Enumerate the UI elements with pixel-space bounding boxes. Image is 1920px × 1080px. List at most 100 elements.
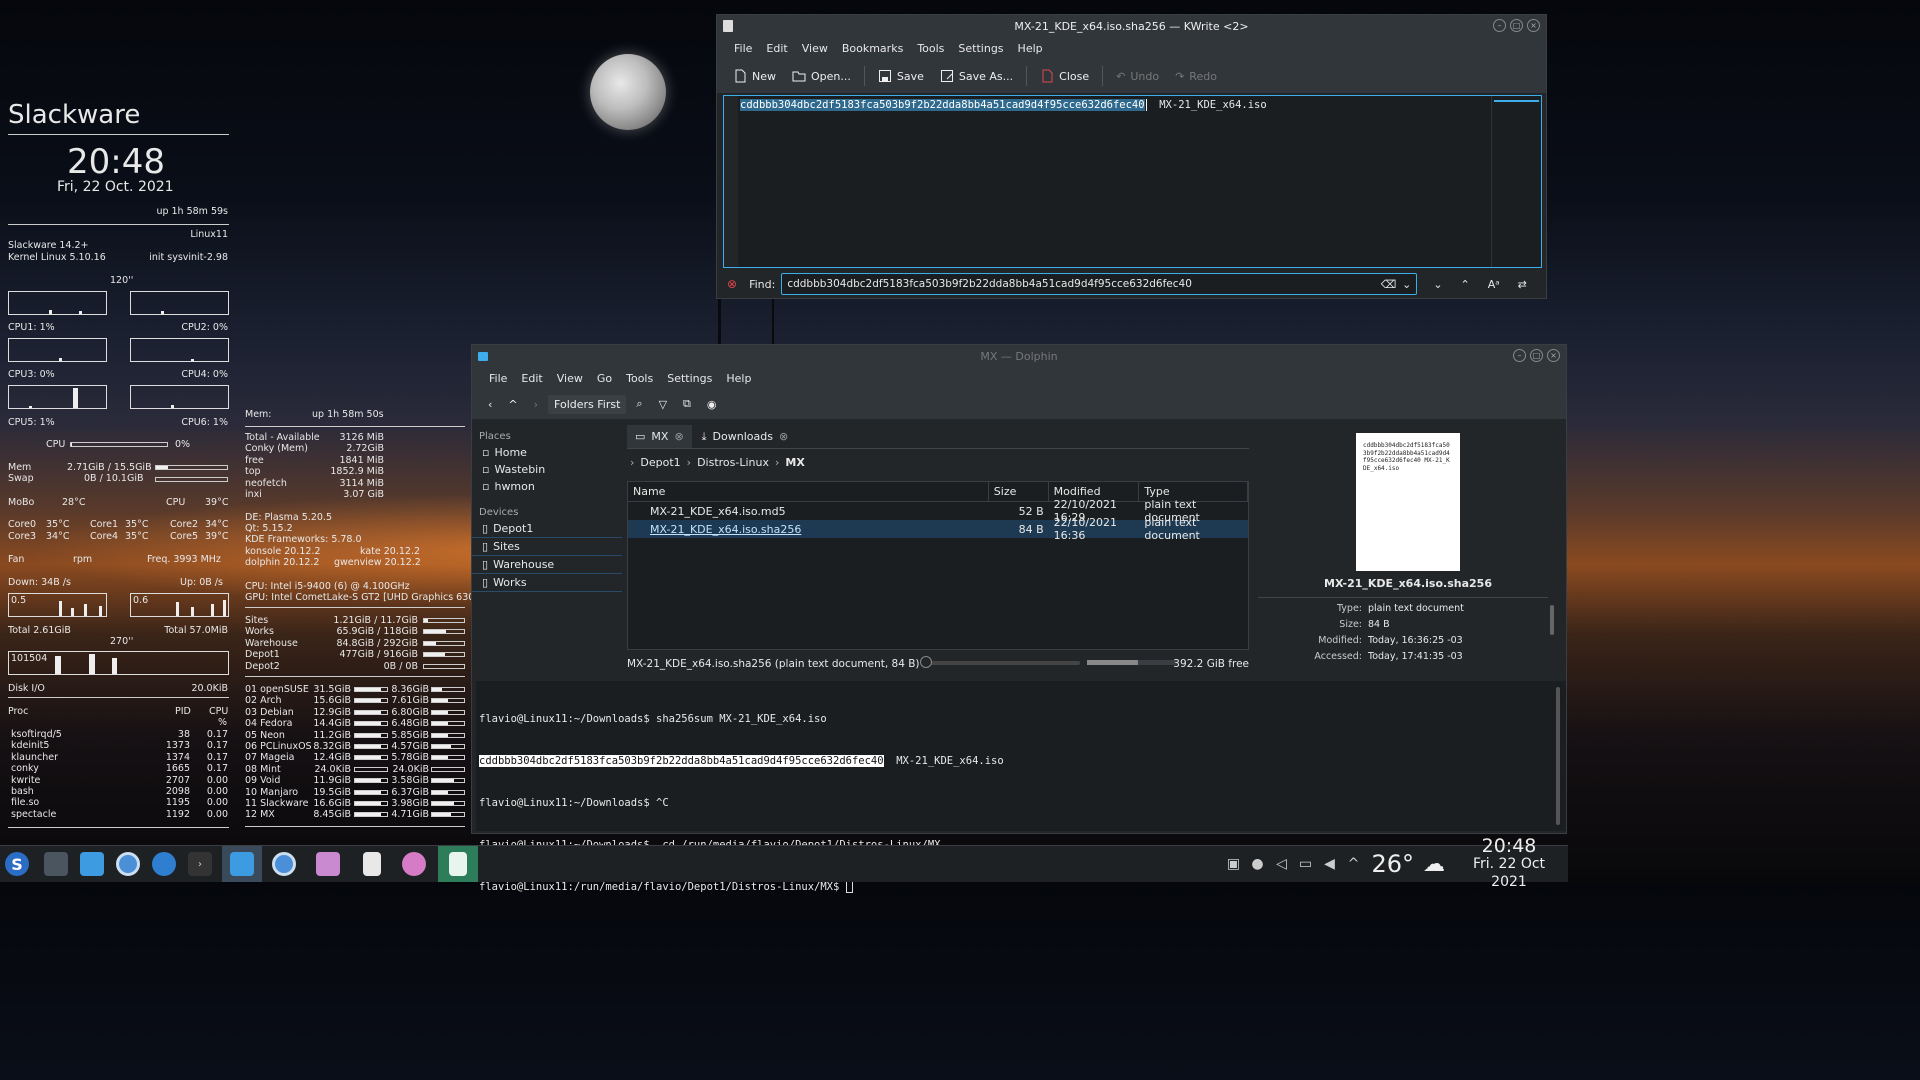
dolphin-titlebar[interactable]: MX — Dolphin – □ × — [472, 345, 1566, 367]
maximize-button[interactable]: □ — [1530, 349, 1543, 362]
terminal-scrollbar[interactable] — [1556, 687, 1560, 825]
place-item[interactable]: ▫ hwmon — [472, 478, 622, 495]
breadcrumb-item[interactable]: MX — [785, 456, 804, 469]
browser-icon[interactable] — [110, 846, 146, 882]
text-editor-icon[interactable] — [354, 846, 390, 882]
replace-toggle-icon[interactable]: ⇄ — [1518, 278, 1527, 291]
minimap[interactable] — [1491, 96, 1541, 267]
weather-temp[interactable]: 26° — [1371, 850, 1414, 878]
info-scrollbar[interactable] — [1550, 605, 1554, 635]
breadcrumb-item[interactable]: Depot1 — [640, 456, 680, 469]
menu-file[interactable]: File — [727, 42, 759, 55]
web-icon[interactable] — [146, 846, 182, 882]
column-header[interactable]: Size — [989, 482, 1049, 501]
search-icon[interactable]: ⌕ — [630, 394, 648, 414]
menu-settings[interactable]: Settings — [951, 42, 1010, 55]
undo-button[interactable]: ↶ Undo — [1110, 67, 1165, 86]
forward-icon[interactable]: › — [528, 395, 544, 414]
find-next-icon[interactable]: ⌄ — [1433, 278, 1442, 291]
find-input[interactable]: cddbbb304dbc2df5183fca503b9f2b22dda8bb4a… — [781, 273, 1418, 295]
filter-icon[interactable]: ▽ — [653, 395, 673, 414]
column-header[interactable]: Name — [628, 482, 989, 501]
save-as-button[interactable]: Save As... — [934, 66, 1019, 86]
tray-expand-icon[interactable]: ^ — [1341, 846, 1365, 882]
menu-help[interactable]: Help — [1011, 42, 1050, 55]
info-row: Type: plain text document — [1336, 603, 1464, 614]
zoom-slider[interactable] — [920, 656, 1080, 668]
file-manager-icon[interactable] — [74, 846, 110, 882]
slackware-menu-icon[interactable]: S — [0, 846, 34, 882]
new-button[interactable]: New — [727, 66, 782, 86]
place-item[interactable]: ▫ Wastebin — [472, 461, 622, 478]
menu-file[interactable]: File — [482, 372, 514, 385]
kwrite-task-icon[interactable] — [438, 846, 478, 882]
menu-edit[interactable]: Edit — [759, 42, 794, 55]
media-icon[interactable] — [396, 846, 432, 882]
folders-first-button[interactable]: Folders First — [548, 394, 627, 414]
tab-downloads[interactable]: ⤓ Downloads ⊗ — [692, 425, 799, 448]
proc-cpu: 0.00 — [206, 774, 228, 786]
conky-time: 20:48 — [67, 142, 165, 182]
office-icon[interactable] — [310, 846, 346, 882]
dolphin-window: MX — Dolphin – □ × File Edit View Go Tools Sett… — [471, 344, 1567, 893]
minimize-button[interactable]: – — [1493, 19, 1506, 32]
redo-button[interactable]: ↷ Redo — [1169, 67, 1223, 86]
terminal-panel[interactable]: flavio@Linux11:~/Downloads$ sha256sum MX… — [476, 681, 1566, 893]
find-prev-icon[interactable]: ⌃ — [1461, 278, 1470, 291]
close-tab-icon[interactable]: ⊗ — [674, 430, 683, 443]
save-button[interactable]: Save — [872, 66, 930, 86]
cloud-icon[interactable]: ☁ — [1414, 846, 1454, 882]
file-view[interactable]: Name Size Modified Type MX-21_KDE_x64.iso.m… — [627, 481, 1249, 650]
terminal-icon[interactable]: › — [182, 846, 218, 882]
close-doc-button[interactable]: Close — [1034, 66, 1095, 86]
audio-icon[interactable]: ◀ — [1317, 846, 1341, 882]
preview-icon[interactable]: ◉ — [701, 395, 723, 414]
network-icon[interactable]: ▭ — [1293, 846, 1317, 882]
tab-mx[interactable]: ▭ MX ⊗ — [627, 425, 692, 448]
menu-tools[interactable]: Tools — [619, 372, 660, 385]
menu-edit[interactable]: Edit — [514, 372, 549, 385]
dolphin-task-icon[interactable] — [222, 846, 262, 882]
menu-go[interactable]: Go — [590, 372, 619, 385]
close-button[interactable]: × — [1547, 349, 1560, 362]
open-button[interactable]: Open... — [786, 66, 857, 86]
core5: Core5 — [170, 531, 199, 542]
distro-name: 08 Mint — [245, 763, 281, 775]
up-icon[interactable]: ^ — [502, 395, 523, 414]
menu-view[interactable]: View — [550, 372, 590, 385]
menu-help[interactable]: Help — [719, 372, 758, 385]
clear-icon[interactable]: ⌫ — [1381, 278, 1397, 291]
back-icon[interactable]: ‹ — [482, 395, 498, 414]
device-item[interactable]: ▯ Depot1 — [472, 520, 622, 538]
settings-icon[interactable] — [38, 846, 74, 882]
place-icon: ▫ — [482, 480, 490, 493]
chromium-icon[interactable] — [266, 846, 302, 882]
place-icon: ▫ — [482, 463, 490, 476]
minimize-button[interactable]: – — [1513, 349, 1526, 362]
device-item[interactable]: ▯ Warehouse — [472, 556, 622, 574]
volume-icon[interactable]: ◁ — [1269, 846, 1293, 882]
close-find-icon[interactable]: ⊗ — [727, 277, 737, 291]
close-button[interactable]: × — [1527, 19, 1540, 32]
new-tab-icon[interactable]: ⧉ — [677, 394, 697, 414]
terminal-line: flavio@Linux11:~/Downloads$ sha256sum MX… — [479, 713, 827, 725]
clipboard-icon[interactable]: ▣ — [1221, 846, 1245, 882]
menu-settings[interactable]: Settings — [660, 372, 719, 385]
tray-clock[interactable]: 20:48 Fri. 22 Oct 2021 — [1454, 837, 1564, 891]
distro-size: 8.32GiB — [313, 741, 351, 752]
breadcrumb-item[interactable]: Distros-Linux — [697, 456, 769, 469]
kwrite-titlebar[interactable]: MX-21_KDE_x64.iso.sha256 — KWrite <2> – □… — [717, 15, 1546, 37]
place-item[interactable]: ▫ Home — [472, 444, 622, 461]
match-case-icon[interactable]: Aᵃ — [1488, 278, 1500, 291]
menu-view[interactable]: View — [795, 42, 835, 55]
menu-tools[interactable]: Tools — [910, 42, 951, 55]
table-row[interactable]: MX-21_KDE_x64.iso.sha256 84 B 22/10/2021 1… — [628, 516, 1248, 542]
editor-area[interactable]: cddbbb304dbc2df5183fca503b9f2b22dda8bb4a… — [723, 95, 1542, 268]
device-item[interactable]: ▯ Sites — [472, 538, 622, 556]
menu-bookmarks[interactable]: Bookmarks — [835, 42, 910, 55]
dropdown-icon[interactable]: ⌄ — [1402, 278, 1411, 291]
maximize-button[interactable]: □ — [1510, 19, 1523, 32]
device-item[interactable]: ▯ Works — [472, 574, 622, 592]
close-tab-icon[interactable]: ⊗ — [779, 430, 788, 443]
notifications-icon[interactable]: ● — [1245, 846, 1269, 882]
